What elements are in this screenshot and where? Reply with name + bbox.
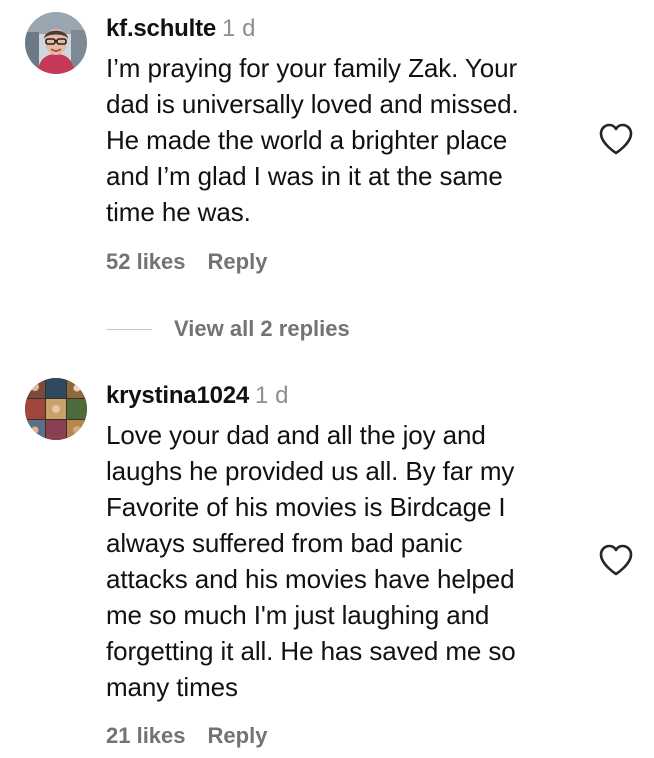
comment-line: laughs he provided us all. By far my	[106, 456, 515, 486]
comment-line: forgetting it all. He has saved me so	[106, 636, 516, 666]
person-photo-avatar-icon	[25, 12, 87, 74]
view-replies-button[interactable]: View all 2 replies	[106, 314, 350, 344]
comment-line: always suffered from bad panic	[106, 528, 463, 558]
comment-line: Love your dad and all the joy and	[106, 420, 486, 450]
comment-header: kf.schulte 1 d	[106, 12, 255, 46]
comment-text: Love your dad and all the joy and laughs…	[106, 417, 586, 705]
likes-count[interactable]: 52 likes	[106, 249, 186, 274]
comment-line: Favorite of his movies is Birdcage I	[106, 492, 506, 522]
view-replies-label: View all 2 replies	[174, 316, 350, 341]
comment-header: krystina1024 1 d	[106, 379, 288, 413]
photo-collage-avatar-icon	[25, 378, 87, 440]
comment-line: He made the world a brighter place	[106, 125, 508, 155]
heart-outline-icon[interactable]	[598, 122, 634, 156]
timestamp: 1 d	[222, 15, 256, 42]
timestamp: 1 d	[255, 382, 289, 409]
reply-button[interactable]: Reply	[208, 723, 268, 748]
username[interactable]: krystina1024	[106, 382, 249, 409]
heart-outline-icon[interactable]	[598, 543, 634, 577]
comment-actions: 21 likes Reply	[106, 721, 267, 751]
comment-line: dad is universally loved and missed.	[106, 89, 519, 119]
reply-button[interactable]: Reply	[208, 249, 268, 274]
comment-text: I’m praying for your family Zak. Your da…	[106, 50, 586, 230]
comment-actions: 52 likes Reply	[106, 247, 267, 277]
replies-divider	[106, 328, 152, 330]
comment-line: me so much I'm just laughing and	[106, 600, 490, 630]
comment-line: attacks and his movies have helped	[106, 564, 515, 594]
likes-count[interactable]: 21 likes	[106, 723, 186, 748]
username[interactable]: kf.schulte	[106, 15, 216, 42]
avatar[interactable]	[25, 378, 87, 440]
comment-line: and I’m glad I was in it at the same	[106, 161, 503, 191]
comment-line: time he was.	[106, 197, 251, 227]
comment-line: I’m praying for your family Zak. Your	[106, 53, 518, 83]
avatar[interactable]	[25, 12, 87, 74]
comment-line: many times	[106, 672, 238, 702]
